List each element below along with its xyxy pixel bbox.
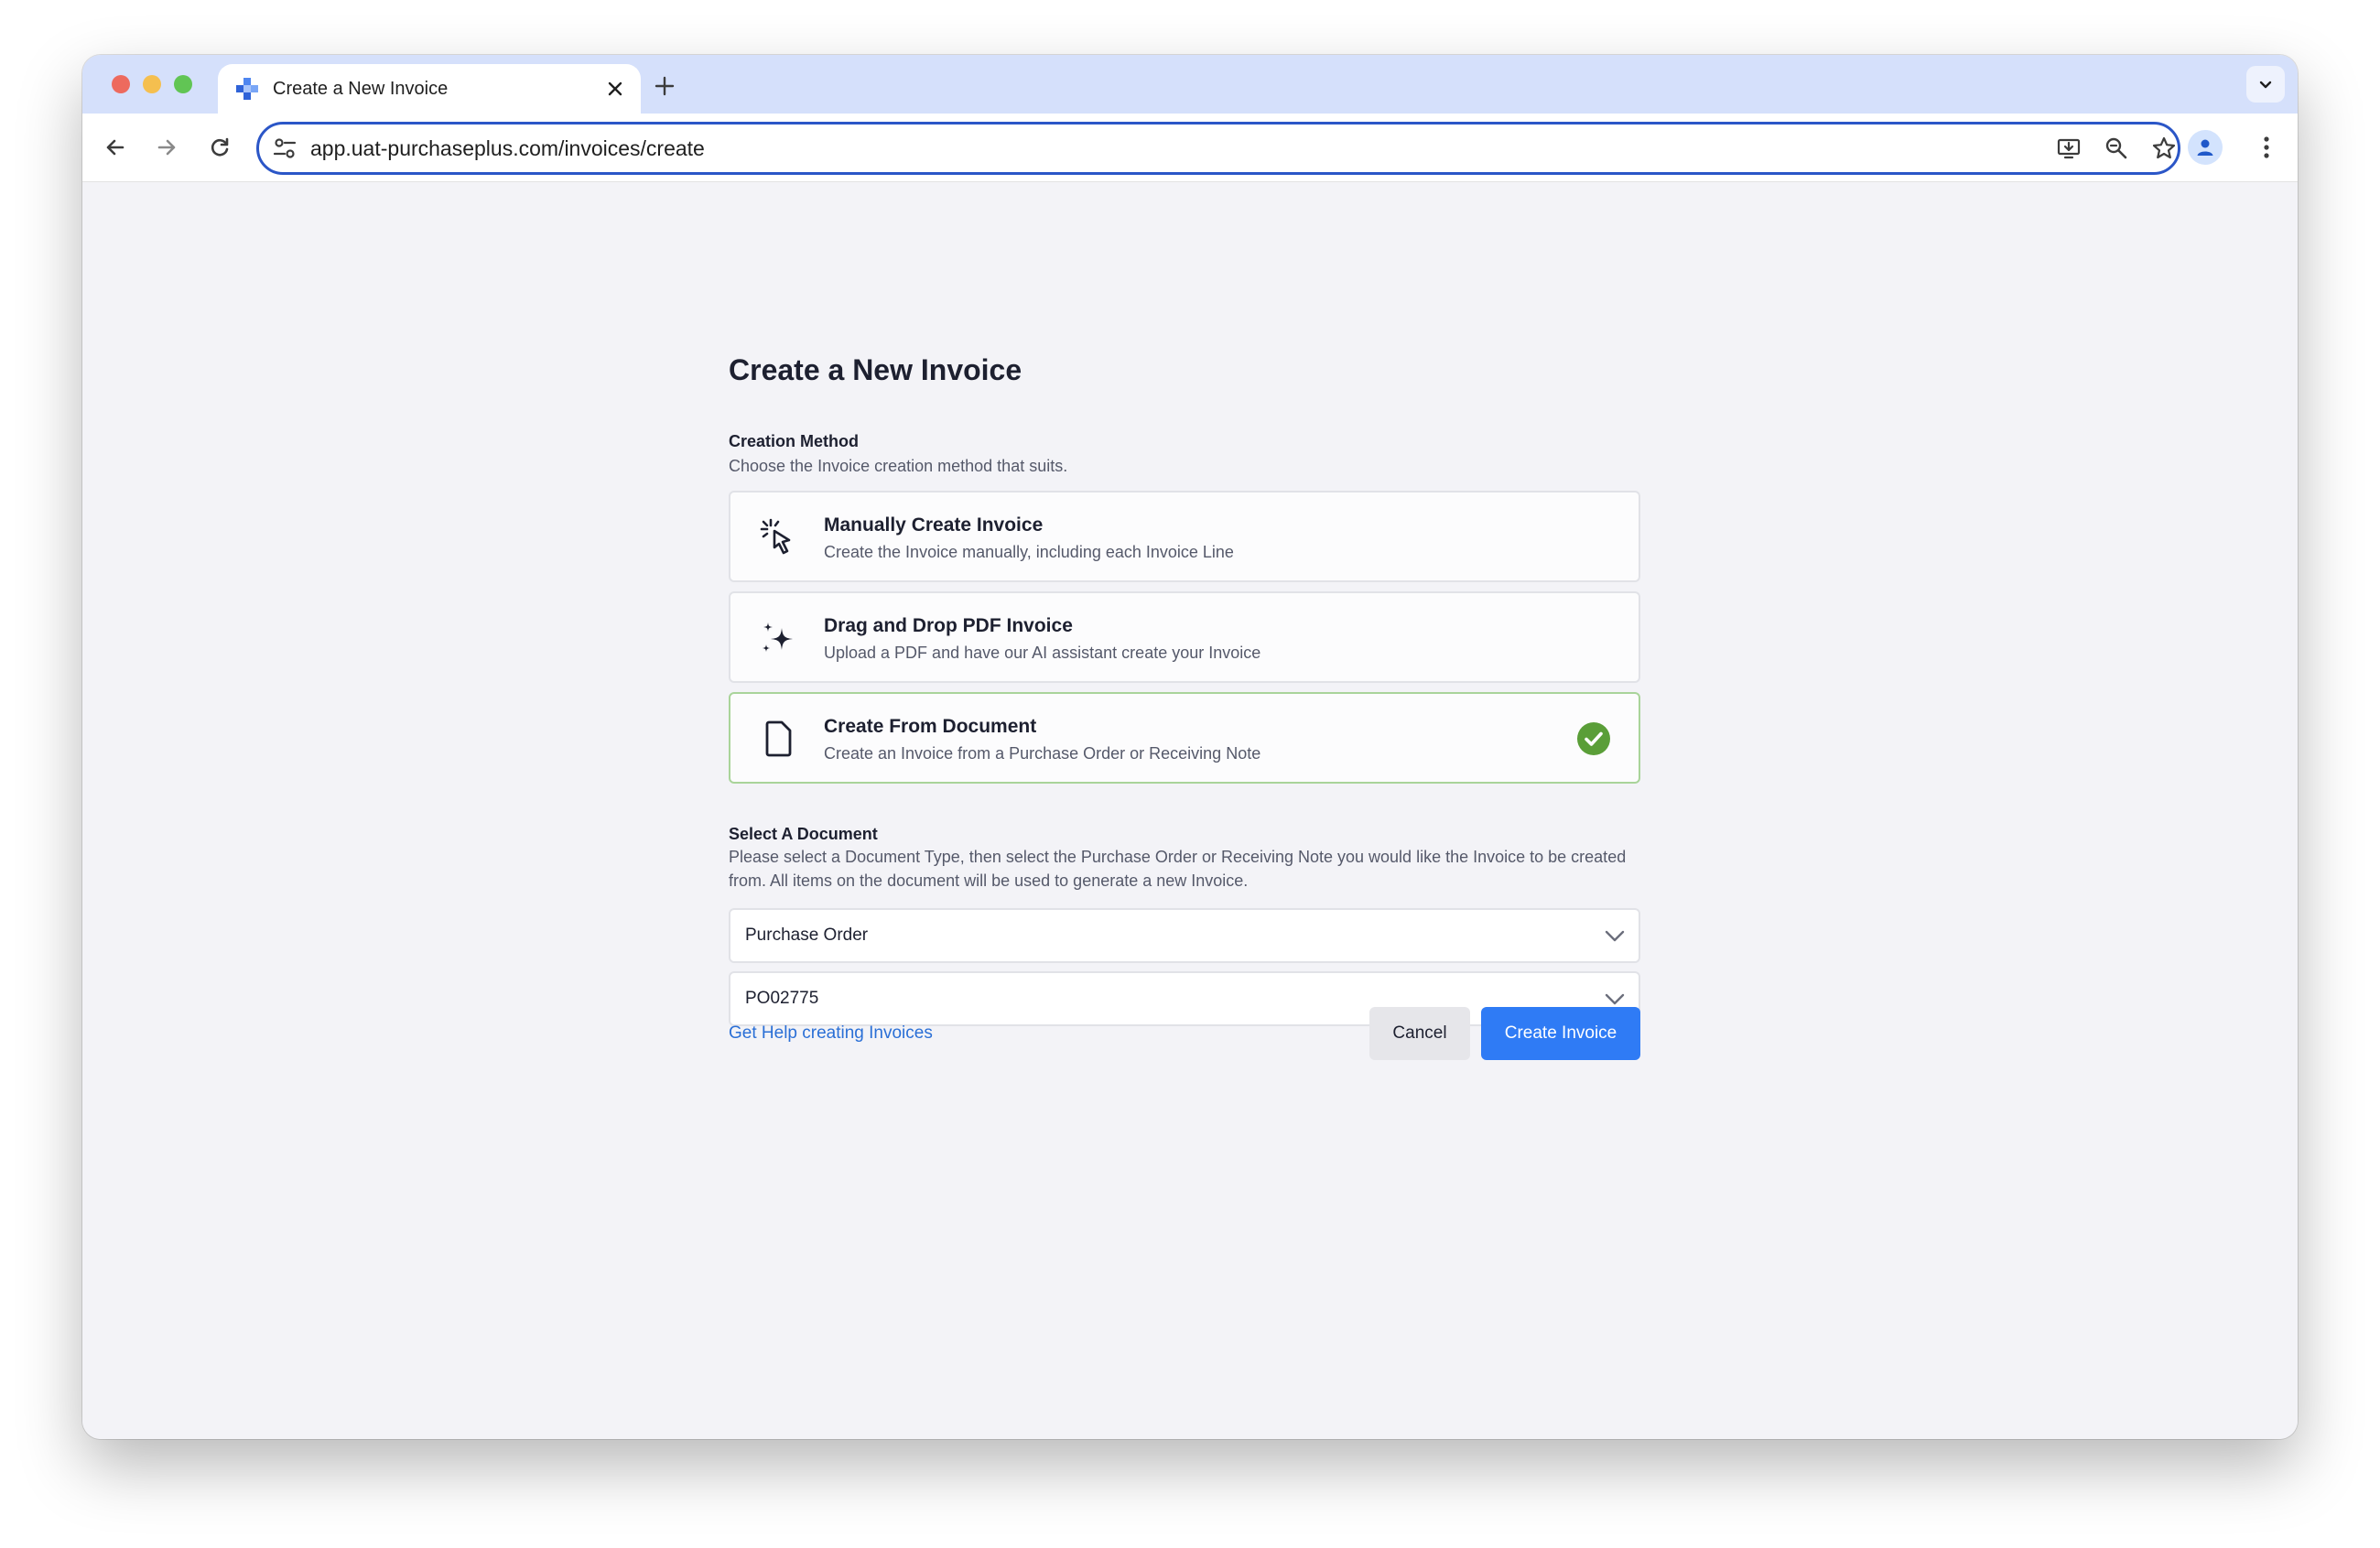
select-document-label: Select A Document bbox=[729, 825, 878, 843]
create-invoice-button[interactable]: Create Invoice bbox=[1481, 1007, 1640, 1060]
option-manually-create[interactable]: Manually Create Invoice Create the Invoi… bbox=[729, 491, 1640, 582]
browser-tab-active[interactable]: Create a New Invoice bbox=[218, 64, 641, 114]
browser-toolbar: app.uat-purchaseplus.com/invoices/create bbox=[82, 114, 2298, 182]
sparkles-icon bbox=[758, 617, 800, 659]
install-app-icon[interactable] bbox=[2055, 135, 2082, 162]
browser-window: Create a New Invoice app.uat-purchaseplu… bbox=[82, 55, 2298, 1439]
option-title: Manually Create Invoice bbox=[824, 514, 1044, 536]
option-create-from-document[interactable]: Create From Document Create an Invoice f… bbox=[729, 692, 1640, 784]
purchaseplus-logo-icon bbox=[236, 78, 258, 100]
kebab-menu-icon[interactable] bbox=[2248, 129, 2285, 166]
chevron-down-icon bbox=[1605, 930, 1625, 942]
check-circle-icon bbox=[1577, 722, 1610, 755]
reload-icon[interactable] bbox=[201, 129, 238, 166]
close-window-button[interactable] bbox=[112, 75, 130, 93]
option-description: Create an Invoice from a Purchase Order … bbox=[824, 744, 1261, 763]
select-document-description: Please select a Document Type, then sele… bbox=[729, 848, 1627, 890]
option-title: Drag and Drop PDF Invoice bbox=[824, 615, 1073, 636]
tab-search-chevron-icon[interactable] bbox=[2246, 66, 2285, 103]
zoom-icon[interactable] bbox=[2103, 135, 2130, 162]
url-text[interactable]: app.uat-purchaseplus.com/invoices/create bbox=[310, 124, 705, 172]
arrow-left-icon[interactable] bbox=[97, 129, 134, 166]
creation-method-description: Choose the Invoice creation method that … bbox=[729, 457, 1068, 475]
tune-icon[interactable] bbox=[272, 135, 298, 161]
help-link[interactable]: Get Help creating Invoices bbox=[729, 1023, 933, 1044]
document-type-select[interactable]: Purchase Order bbox=[729, 908, 1640, 963]
tab-strip: Create a New Invoice bbox=[82, 55, 2298, 114]
page-title: Create a New Invoice bbox=[729, 353, 1022, 386]
maximize-window-button[interactable] bbox=[174, 75, 192, 93]
option-title: Create From Document bbox=[824, 716, 1037, 737]
page-content: Create a New Invoice Creation Method Cho… bbox=[82, 183, 2298, 1439]
option-description: Upload a PDF and have our AI assistant c… bbox=[824, 644, 1261, 662]
arrow-right-icon[interactable] bbox=[148, 129, 185, 166]
document-type-value: Purchase Order bbox=[745, 926, 869, 945]
address-bar[interactable]: app.uat-purchaseplus.com/invoices/create bbox=[256, 122, 2180, 175]
window-controls bbox=[112, 75, 192, 93]
document-icon bbox=[758, 718, 800, 760]
cursor-click-icon bbox=[758, 516, 800, 558]
cancel-button[interactable]: Cancel bbox=[1369, 1007, 1470, 1060]
close-tab-icon[interactable] bbox=[602, 76, 628, 102]
star-icon[interactable] bbox=[2150, 135, 2178, 162]
option-drag-drop-pdf[interactable]: Drag and Drop PDF Invoice Upload a PDF a… bbox=[729, 591, 1640, 683]
person-icon[interactable] bbox=[2188, 130, 2223, 165]
new-tab-icon[interactable] bbox=[648, 70, 681, 103]
creation-method-label: Creation Method bbox=[729, 432, 859, 450]
tab-title: Create a New Invoice bbox=[273, 79, 449, 99]
minimize-window-button[interactable] bbox=[143, 75, 161, 93]
option-description: Create the Invoice manually, including e… bbox=[824, 543, 1234, 561]
document-number-value: PO02775 bbox=[745, 989, 819, 1008]
